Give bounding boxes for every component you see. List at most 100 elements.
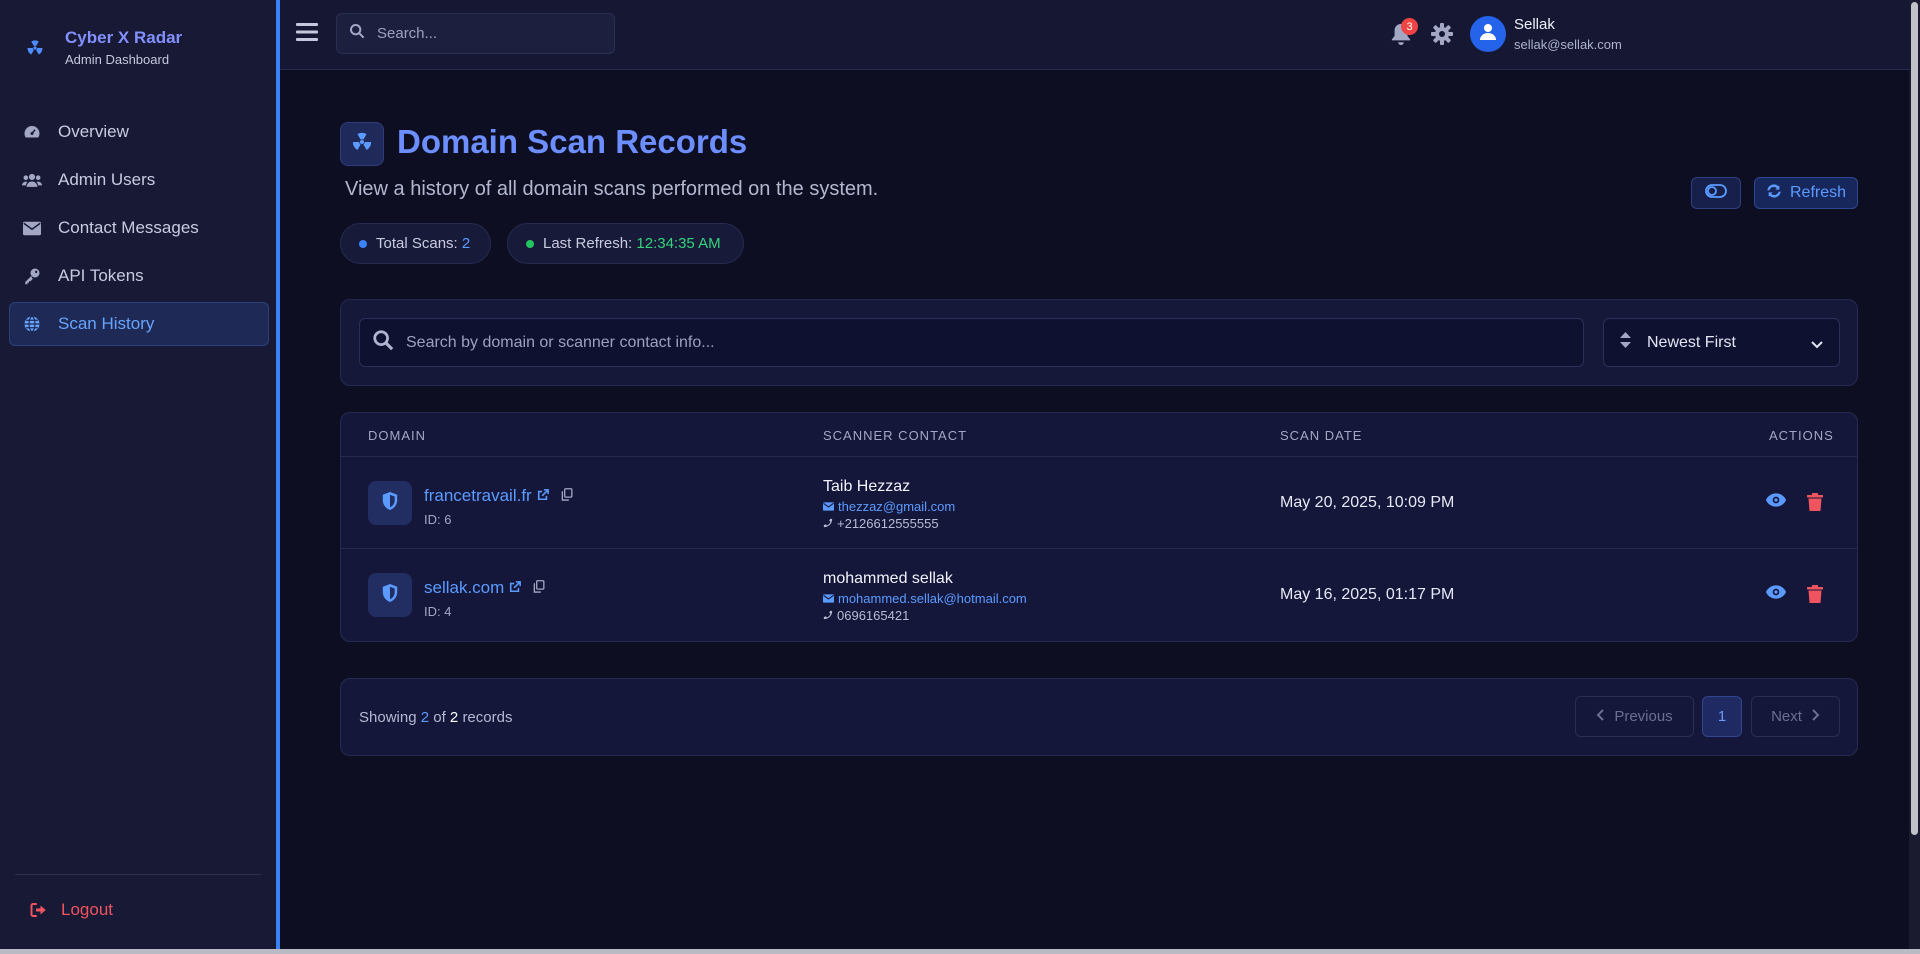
- brand-title: Cyber X Radar: [65, 28, 183, 47]
- record-id: ID: 6: [424, 512, 452, 527]
- topbar-search[interactable]: [336, 13, 615, 54]
- sidebar-item-overview[interactable]: Overview: [9, 110, 269, 154]
- copy-icon[interactable]: [561, 486, 573, 506]
- topbar-search-input[interactable]: [377, 25, 597, 42]
- gear-icon: [1430, 23, 1454, 50]
- trash-icon: [1807, 585, 1823, 607]
- search-icon: [372, 329, 394, 356]
- avatar[interactable]: [1470, 16, 1506, 52]
- sidebar-item-admin-users[interactable]: Admin Users: [9, 158, 269, 202]
- domain-name: francetravail.fr: [424, 486, 532, 505]
- domain-name: sellak.com: [424, 578, 505, 597]
- last-refresh-value: 12:34:35 AM: [636, 235, 721, 252]
- sidebar-item-scan-history[interactable]: Scan History: [9, 302, 269, 346]
- topbar: [280, 0, 1910, 70]
- view-toggle-button[interactable]: [1691, 177, 1741, 209]
- users-icon: [22, 170, 42, 190]
- table-row: sellak.com ID: 4 mohammed sellak mohamme…: [341, 549, 1857, 641]
- logout-button[interactable]: Logout: [29, 900, 113, 920]
- app-root: Cyber X Radar Admin Dashboard Overview A…: [0, 0, 1920, 954]
- page-subtitle: View a history of all domain scans perfo…: [345, 178, 879, 200]
- page-title: Domain Scan Records: [397, 123, 748, 160]
- trash-icon: [1807, 493, 1823, 515]
- sidebar-divider: [15, 874, 261, 875]
- column-header-domain[interactable]: DOMAIN: [368, 428, 426, 443]
- sidebar-item-contact-messages[interactable]: Contact Messages: [9, 206, 269, 250]
- total-scans-value: 2: [461, 235, 471, 252]
- showing-count: 2: [420, 709, 430, 726]
- records-count: Showing 2 of 2 records: [359, 709, 512, 726]
- contact-email[interactable]: thezzaz@gmail.com: [823, 499, 955, 514]
- domain-badge: [368, 573, 412, 617]
- brand-subtitle: Admin Dashboard: [65, 52, 170, 67]
- refresh-label: Refresh: [1789, 184, 1847, 201]
- sidebar-item-label: Overview: [58, 122, 129, 141]
- page-icon-badge: [340, 122, 384, 166]
- scan-date: May 16, 2025, 01:17 PM: [1280, 586, 1455, 603]
- sidebar-item-label: API Tokens: [58, 266, 144, 285]
- chevron-right-icon: [1802, 708, 1820, 725]
- page-number-button[interactable]: 1: [1702, 696, 1742, 737]
- total-scans-pill: Total Scans: 2: [340, 223, 491, 264]
- envelope-icon: [22, 218, 42, 238]
- sidebar-item-label: Admin Users: [58, 170, 156, 189]
- contact-email-text: mohammed.sellak@hotmail.com: [838, 591, 1027, 606]
- refresh-button[interactable]: Refresh: [1754, 177, 1858, 209]
- view-button[interactable]: [1766, 585, 1786, 605]
- column-header-date[interactable]: SCAN DATE: [1280, 428, 1362, 443]
- showing-prefix: Showing: [359, 709, 417, 726]
- phone-icon: [823, 608, 837, 623]
- delete-button[interactable]: [1807, 585, 1825, 605]
- next-label: Next: [1771, 708, 1802, 725]
- previous-label: Previous: [1614, 708, 1673, 725]
- sidebar: Cyber X Radar Admin Dashboard Overview A…: [0, 0, 276, 954]
- last-refresh-pill: Last Refresh: 12:34:35 AM: [507, 223, 744, 264]
- horizontal-scrollbar[interactable]: [0, 949, 1920, 954]
- domain-link[interactable]: francetravail.fr: [424, 486, 573, 506]
- radiation-icon: [351, 131, 373, 158]
- phone-icon: [823, 516, 837, 531]
- column-header-actions: ACTIONS: [1769, 428, 1834, 443]
- contact-name: Taib Hezzaz: [823, 478, 911, 495]
- sign-out-icon: [29, 900, 49, 920]
- globe-icon: [22, 314, 42, 334]
- settings-button[interactable]: [1430, 22, 1454, 46]
- envelope-icon: [823, 499, 838, 514]
- contact-phone: 0696165421: [823, 608, 909, 623]
- external-link-icon[interactable]: [509, 578, 522, 598]
- next-page-button[interactable]: Next: [1751, 696, 1840, 737]
- user-icon: [1480, 23, 1496, 45]
- contact-email[interactable]: mohammed.sellak@hotmail.com: [823, 591, 1027, 606]
- gauge-icon: [22, 122, 42, 142]
- notification-badge: 3: [1401, 18, 1418, 35]
- column-header-contact[interactable]: SCANNER CONTACT: [823, 428, 967, 443]
- shield-icon: [381, 491, 399, 516]
- brand[interactable]: Cyber X Radar Admin Dashboard: [22, 28, 182, 67]
- sidebar-item-api-tokens[interactable]: API Tokens: [9, 254, 269, 298]
- showing-suffix: records: [462, 709, 513, 726]
- domain-link[interactable]: sellak.com: [424, 578, 545, 598]
- contact-phone-text: +2126612555555: [837, 516, 939, 531]
- total-scans-label: Total Scans:: [376, 235, 458, 252]
- menu-toggle-button[interactable]: [296, 22, 318, 44]
- previous-page-button[interactable]: Previous: [1575, 696, 1694, 737]
- envelope-icon: [823, 591, 838, 606]
- external-link-icon[interactable]: [537, 486, 549, 506]
- sidebar-nav: Overview Admin Users Contact Messages AP…: [9, 110, 269, 350]
- contact-phone: +2126612555555: [823, 516, 939, 531]
- record-id: ID: 4: [424, 604, 452, 619]
- records-search-input[interactable]: [406, 333, 1556, 352]
- last-refresh-label: Last Refresh:: [543, 235, 633, 252]
- bell-icon: [1390, 23, 1412, 50]
- user-email: sellak@sellak.com: [1514, 37, 1622, 52]
- sort-select[interactable]: Newest First: [1603, 318, 1840, 367]
- sidebar-item-label: Contact Messages: [58, 218, 199, 237]
- key-icon: [22, 266, 42, 286]
- chevron-down-icon: [1811, 336, 1823, 354]
- view-button[interactable]: [1766, 493, 1786, 513]
- copy-icon[interactable]: [533, 578, 545, 598]
- delete-button[interactable]: [1807, 493, 1825, 513]
- showing-of: of: [433, 709, 446, 726]
- records-search[interactable]: [359, 318, 1584, 367]
- scrollbar-thumb[interactable]: [1911, 2, 1918, 835]
